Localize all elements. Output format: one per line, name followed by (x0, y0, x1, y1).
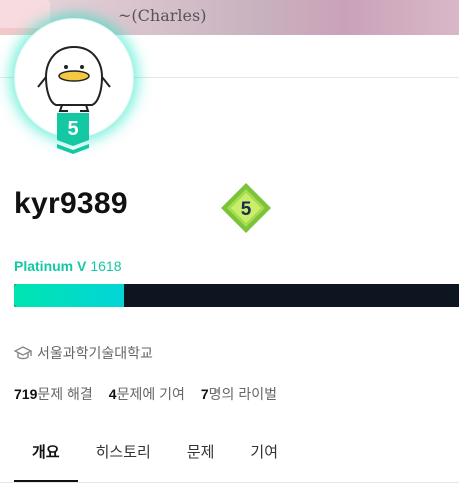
stats-row: 719문제 해결 4문제에 기여 7명의 라이벌 (14, 384, 277, 404)
stat-contrib-count: 4 (108, 386, 117, 402)
stat-contrib-label: 문제에 기여 (116, 386, 185, 402)
username: kyr9389 (14, 187, 128, 220)
tier-name: Platinum V (14, 258, 87, 274)
graduation-cap-icon (14, 346, 32, 360)
tier-badge-level: 5 (67, 118, 78, 140)
banner-art (0, 0, 50, 28)
stat-rival[interactable]: 7명의 라이벌 (201, 384, 277, 404)
school[interactable]: 서울과학기술대학교 (14, 343, 153, 363)
stat-solved[interactable]: 719문제 해결 (14, 384, 93, 404)
tabs-divider (0, 482, 459, 483)
profile-tabs: 개요 히스토리 문제 기여 (14, 432, 296, 482)
stat-solved-count: 719 (14, 386, 38, 402)
stat-rival-count: 7 (200, 386, 209, 402)
tier-line: Platinum V 1618 (14, 258, 122, 274)
stat-solved-label: 문제 해결 (37, 386, 93, 402)
tab-contributions[interactable]: 기여 (232, 432, 296, 482)
rating-progress-fill (14, 284, 124, 307)
tab-problems[interactable]: 문제 (169, 432, 233, 482)
tier-diamond-level: 5 (241, 199, 252, 220)
stat-contrib[interactable]: 4문제에 기여 (109, 384, 185, 404)
duck-avatar-icon (37, 45, 111, 112)
rating-progress-bar (14, 284, 459, 307)
tab-overview[interactable]: 개요 (14, 432, 78, 482)
tier-diamond-icon: 5 (221, 183, 271, 233)
tier-badge-icon: 5 (57, 113, 89, 154)
tier-rating: 1618 (90, 258, 122, 274)
banner-scribble: ~(Charles) (118, 6, 207, 25)
stat-rival-label: 명의 라이벌 (208, 386, 277, 402)
school-name: 서울과학기술대학교 (37, 345, 153, 361)
tab-history[interactable]: 히스토리 (78, 432, 169, 482)
banner-scribble-text: Charles (137, 6, 201, 25)
